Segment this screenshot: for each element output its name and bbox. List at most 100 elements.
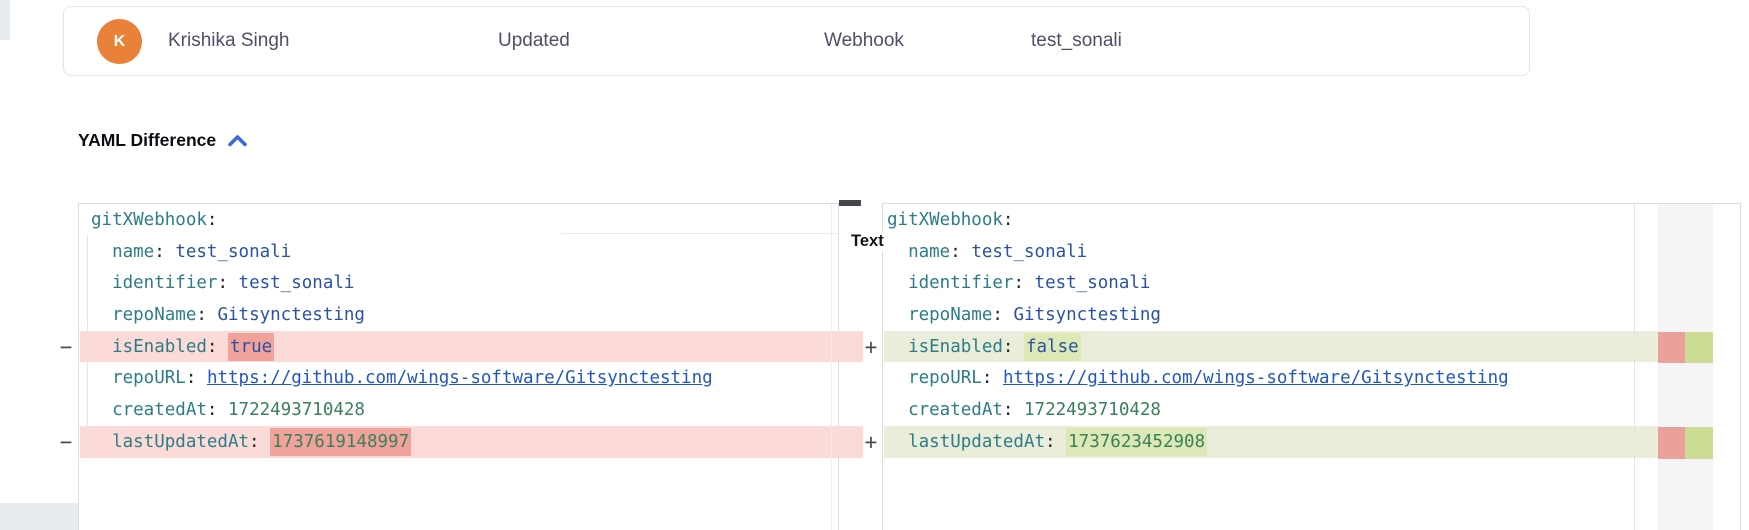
code-token: 1737619148997: [270, 428, 411, 456]
code-token: repoName: [112, 305, 196, 325]
code-line: gitXWebhook:: [884, 204, 1658, 236]
code-token: [992, 368, 1003, 388]
code-token: createdAt: [112, 400, 207, 420]
code-token: test_sonali: [1035, 273, 1151, 293]
code-line: createdAt: 1722493710428: [884, 394, 1658, 426]
code-line: lastUpdatedAt: 1737623452908: [884, 426, 1658, 458]
code-token: 1737623452908: [1066, 428, 1207, 456]
code-token: repoName: [908, 305, 992, 325]
code-line: identifier: test_sonali: [80, 267, 839, 299]
overview-added-zone: [1685, 427, 1713, 459]
code-token: identifier: [908, 273, 1013, 293]
code-token: [1013, 400, 1024, 420]
code-token: [217, 337, 228, 357]
avatar: K: [97, 19, 142, 64]
code-line: repoName: Gitsynctesting: [884, 299, 1658, 331]
scrollbar-track-border: [831, 204, 832, 530]
repo-url-link[interactable]: https://github.com/wings-software/Gitsyn…: [207, 368, 713, 388]
code-token: test_sonali: [971, 242, 1087, 262]
code-token: true: [228, 333, 274, 361]
gutter-border: [87, 236, 88, 458]
added-line-marker: +: [860, 426, 882, 458]
code-token: test_sonali: [239, 273, 355, 293]
overview-added-zone: [1685, 332, 1713, 364]
code-token: :: [154, 242, 165, 262]
code-token: [165, 242, 176, 262]
code-token: gitXWebhook: [91, 210, 207, 230]
code-token: :: [1003, 210, 1014, 230]
code-token: lastUpdatedAt: [112, 432, 249, 452]
code-token: name: [112, 242, 154, 262]
code-token: [91, 273, 112, 293]
code-token: [887, 242, 908, 262]
code-token: :: [1013, 273, 1024, 293]
code-line: name: test_sonali: [884, 236, 1658, 268]
section-title: YAML Difference: [78, 130, 216, 151]
action-label: Updated: [498, 30, 570, 52]
code-token: Gitsynctesting: [217, 305, 365, 325]
code-token: :: [1003, 400, 1014, 420]
code-token: [91, 400, 112, 420]
code-token: [887, 337, 908, 357]
code-token: repoURL: [112, 368, 186, 388]
code-token: [91, 242, 112, 262]
code-token: lastUpdatedAt: [908, 432, 1045, 452]
divider-artifact: [561, 233, 838, 234]
code-token: [887, 400, 908, 420]
code-token: [887, 432, 908, 452]
code-token: createdAt: [908, 400, 1003, 420]
code-line: isEnabled: false: [884, 331, 1658, 363]
overview-removed-zone: [1658, 427, 1685, 459]
code-token: Gitsynctesting: [1013, 305, 1161, 325]
diff-panel-right[interactable]: gitXWebhook: name: test_sonali identifie…: [882, 203, 1741, 530]
code-token: name: [908, 242, 950, 262]
code-token: [91, 305, 112, 325]
code-token: :: [992, 305, 1003, 325]
code-token: [260, 432, 271, 452]
code-line: repoURL: https://github.com/wings-softwa…: [80, 363, 839, 395]
code-line: name: test_sonali: [80, 236, 839, 268]
code-token: isEnabled: [908, 337, 1003, 357]
code-token: :: [249, 432, 260, 452]
code-token: [1024, 273, 1035, 293]
code-token: :: [982, 368, 993, 388]
overview-ruler[interactable]: [1658, 204, 1713, 530]
resource-name-label: test_sonali: [1031, 30, 1122, 52]
code-token: :: [207, 210, 218, 230]
audit-entry-row: K Krishika Singh Updated Webhook test_so…: [63, 6, 1530, 76]
page-background-fragment: [0, 503, 86, 530]
code-token: :: [207, 400, 218, 420]
resource-type-label: Webhook: [824, 30, 904, 52]
code-token: :: [186, 368, 197, 388]
code-token: [1056, 432, 1067, 452]
code-token: :: [207, 337, 218, 357]
code-token: gitXWebhook: [887, 210, 1003, 230]
chevron-up-icon[interactable]: [227, 133, 248, 148]
diff-mode-label: Text: [849, 232, 886, 251]
repo-url-link[interactable]: https://github.com/wings-software/Gitsyn…: [1003, 368, 1509, 388]
code-token: [961, 242, 972, 262]
code-line: repoURL: https://github.com/wings-softwa…: [884, 363, 1658, 395]
code-token: :: [1045, 432, 1056, 452]
code-token: 1722493710428: [228, 400, 365, 420]
code-token: test_sonali: [175, 242, 291, 262]
yaml-difference-toggle[interactable]: YAML Difference: [78, 130, 248, 151]
added-line-marker: +: [860, 331, 882, 363]
code-token: [217, 400, 228, 420]
code-token: 1722493710428: [1024, 400, 1161, 420]
user-name: Krishika Singh: [168, 30, 289, 52]
code-line: gitXWebhook:: [80, 204, 839, 236]
code-token: [1013, 337, 1024, 357]
code-token: [887, 368, 908, 388]
code-token: [91, 432, 112, 452]
code-token: :: [196, 305, 207, 325]
overview-removed-zone: [1658, 332, 1685, 364]
removed-line-marker: −: [55, 331, 77, 363]
code-token: :: [950, 242, 961, 262]
code-token: :: [217, 273, 228, 293]
content-edge-border: [1634, 204, 1635, 530]
code-token: repoURL: [908, 368, 982, 388]
diff-panel-left[interactable]: gitXWebhook: name: test_sonali identifie…: [78, 203, 839, 530]
code-token: [207, 305, 218, 325]
removed-line-marker: −: [55, 426, 77, 458]
